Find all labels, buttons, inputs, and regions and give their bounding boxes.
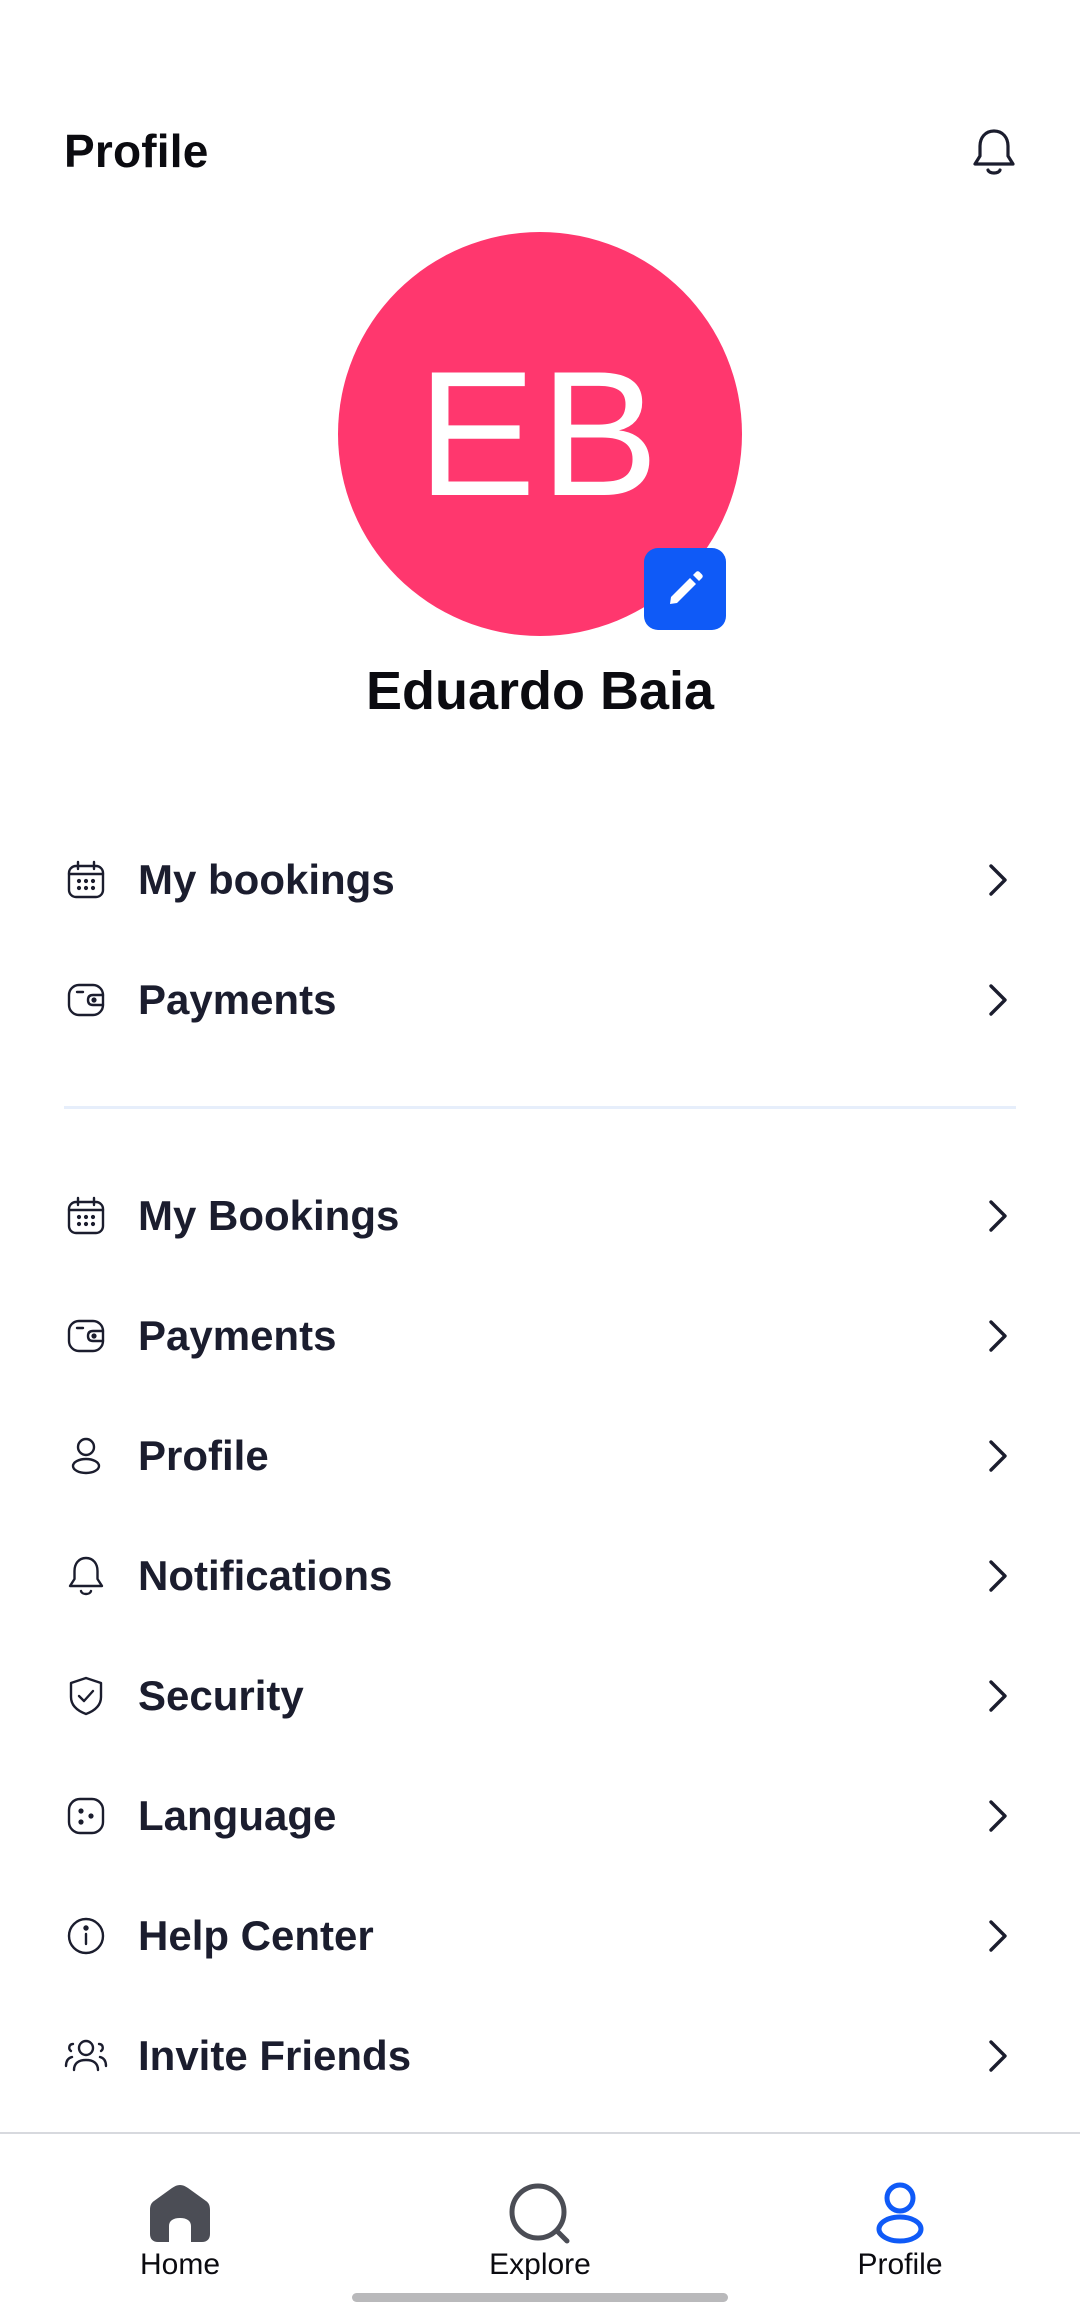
chevron-right-icon — [980, 1674, 1016, 1718]
menu-label: Payments — [138, 1312, 337, 1359]
header: Profile — [64, 118, 1016, 188]
nav-label: Explore — [489, 2248, 591, 2281]
nav-home[interactable]: Home — [80, 2180, 280, 2290]
menu-label: My Bookings — [138, 1192, 400, 1239]
divider — [64, 1106, 1016, 1109]
menu-label: My bookings — [138, 856, 395, 903]
chevron-right-icon — [980, 1554, 1016, 1598]
shield-check-icon — [64, 1674, 108, 1718]
menu-item-profile[interactable]: Profile — [64, 1396, 1016, 1516]
menu-item-my-bookings[interactable]: My bookings — [64, 820, 1016, 940]
menu-item-invite-friends[interactable]: Invite Friends — [64, 1996, 1016, 2116]
chevron-right-icon — [980, 978, 1016, 1022]
info-icon — [64, 1914, 108, 1958]
users-icon — [64, 2034, 108, 2078]
menu-item-payments[interactable]: Payments — [64, 1276, 1016, 1396]
chevron-right-icon — [980, 1314, 1016, 1358]
chevron-right-icon — [980, 1194, 1016, 1238]
user-name: Eduardo Baia — [365, 661, 715, 721]
edit-avatar-button[interactable] — [644, 548, 726, 630]
user-icon — [64, 1434, 108, 1478]
menu-item-language[interactable]: Language — [64, 1756, 1016, 1876]
chevron-right-icon — [980, 1434, 1016, 1478]
bell-icon[interactable] — [970, 126, 1018, 178]
chevron-right-icon — [980, 1914, 1016, 1958]
primary-menu: My bookings Payments — [64, 820, 1016, 1060]
wallet-icon — [64, 978, 108, 1022]
home-icon — [150, 2185, 210, 2242]
menu-label: Invite Friends — [138, 2032, 412, 2079]
chevron-right-icon — [980, 2034, 1016, 2078]
menu-item-security[interactable]: Security — [64, 1636, 1016, 1756]
avatar-initials: EB — [417, 334, 663, 533]
chevron-right-icon — [980, 858, 1016, 902]
nav-label: Home — [139, 2248, 221, 2281]
menu-label: Notifications — [138, 1552, 393, 1599]
menu-item-notifications[interactable]: Notifications — [64, 1516, 1016, 1636]
page-title: Profile — [64, 125, 209, 177]
menu-label: Help Center — [138, 1912, 374, 1959]
menu-item-payments[interactable]: Payments — [64, 940, 1016, 1060]
nav-explore[interactable]: Explore — [440, 2180, 640, 2290]
menu-item-my-bookings[interactable]: My Bookings — [64, 1156, 1016, 1276]
bottom-navigation: Home Explore Profile — [0, 2132, 1080, 2316]
menu-label: Payments — [138, 976, 337, 1023]
menu-label: Profile — [138, 1432, 269, 1479]
home-indicator — [352, 2293, 728, 2302]
nav-label: Profile — [857, 2248, 943, 2281]
bell-icon — [64, 1554, 108, 1598]
calendar-icon — [64, 1194, 108, 1238]
chevron-right-icon — [980, 1794, 1016, 1838]
search-icon — [509, 2183, 570, 2244]
avatar-container: EB — [338, 232, 742, 636]
user-icon — [876, 2182, 924, 2244]
calendar-icon — [64, 858, 108, 902]
settings-menu: My Bookings Payments Profile Notificatio… — [64, 1156, 1016, 2116]
menu-label: Language — [138, 1792, 337, 1839]
nav-profile[interactable]: Profile — [800, 2180, 1000, 2290]
wallet-icon — [64, 1314, 108, 1358]
profile-screen: Profile EB Eduardo Baia My bookings Paym… — [0, 0, 1080, 2316]
language-icon — [64, 1794, 108, 1838]
menu-item-help-center[interactable]: Help Center — [64, 1876, 1016, 1996]
menu-label: Security — [138, 1672, 304, 1719]
pencil-icon — [670, 571, 703, 604]
